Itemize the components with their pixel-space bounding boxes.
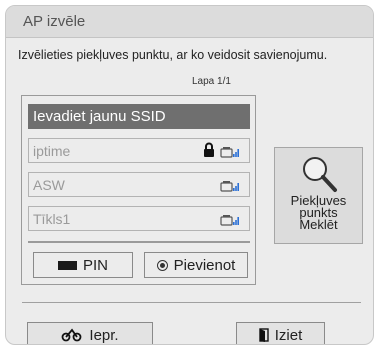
ap-selection-dialog: AP izvēle Izvēlieties piekļuves punktu, … (5, 5, 374, 345)
search-button-label: Piekļuves punkts Meklēt (290, 193, 347, 232)
list-item-iptime[interactable]: iptime (28, 138, 250, 163)
footer-divider (22, 302, 361, 303)
list-item-label: Tīkls1 (33, 211, 71, 227)
instruction-text: Izvēlieties piekļuves punktu, ar ko veid… (18, 48, 328, 62)
search-access-point-button[interactable]: Piekļuves punkts Meklēt (274, 147, 363, 244)
list-item-label: iptime (33, 143, 71, 159)
page-indicator: Lapa 1/1 (192, 76, 231, 87)
list-item-enter-new-ssid[interactable]: Ievadiet jaunu SSID (28, 104, 250, 129)
connect-button[interactable]: Pievienot (144, 252, 248, 278)
list-item-tikls1[interactable]: Tīkls1 (28, 206, 250, 231)
lock-icon (204, 142, 214, 157)
title-bar: AP izvēle (6, 6, 373, 38)
black-rectangle-key-icon (57, 260, 77, 270)
list-divider (28, 241, 250, 243)
list-item-label: ASW (33, 177, 65, 193)
list-item-asw[interactable]: ASW (28, 172, 250, 197)
back-remote-icon (62, 328, 82, 342)
back-button[interactable]: Iepr. (27, 322, 153, 344)
wifi-signal-icon (220, 215, 239, 226)
back-button-label: Iepr. (89, 326, 119, 344)
exit-door-icon (259, 328, 269, 342)
dialog-title: AP izvēle (23, 13, 86, 30)
exit-button-label: Iziet (274, 326, 303, 344)
list-item-label: Ievadiet jaunu SSID (33, 108, 166, 125)
magnifier-icon (303, 157, 337, 192)
connect-button-label: Pievienot (173, 256, 236, 274)
radio-select-icon (156, 259, 168, 271)
wifi-signal-icon (220, 181, 239, 192)
access-point-list: Ievadiet jaunu SSID iptime ASW Tīkls1 PI… (21, 95, 256, 285)
pin-button[interactable]: PIN (33, 252, 133, 278)
exit-button[interactable]: Iziet (236, 322, 325, 344)
wifi-signal-icon (220, 147, 239, 158)
pin-button-label: PIN (82, 256, 108, 274)
